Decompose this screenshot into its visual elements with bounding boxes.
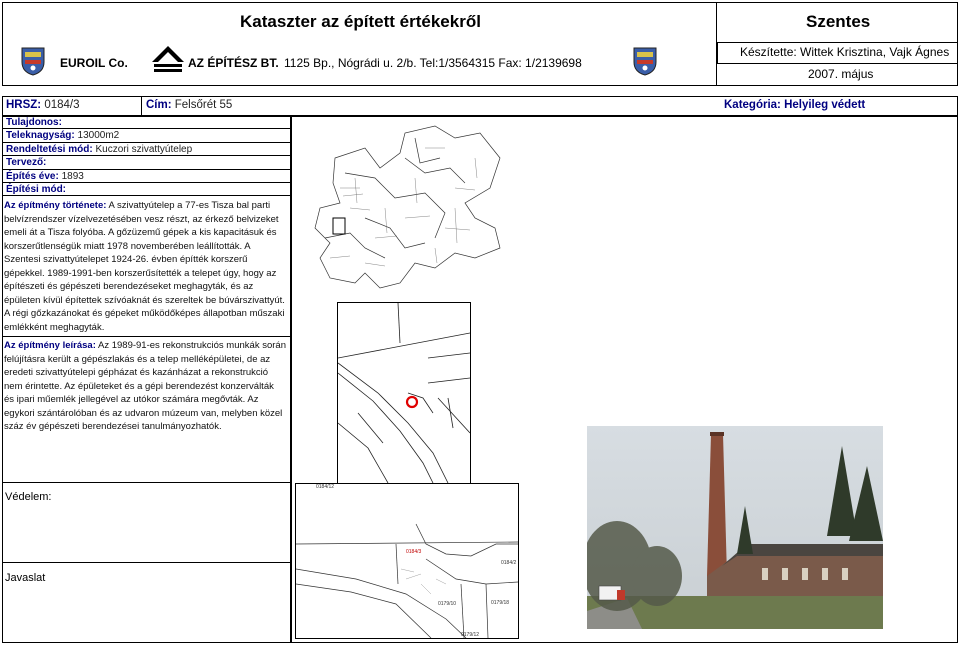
hrsz: HRSZ: 0184/3 bbox=[6, 99, 80, 111]
rendeltetes-value: Kuczori szivattyútelep bbox=[95, 143, 193, 155]
architect-logo-icon bbox=[152, 46, 184, 72]
teleknagysag-value: 13000m2 bbox=[77, 130, 120, 142]
tortenet-label: Az építmény története: bbox=[4, 200, 107, 211]
date: 2007. május bbox=[808, 67, 874, 81]
kategoria: Kategória: Helyileg védett bbox=[724, 99, 866, 111]
lot-label-a: 0184/2 bbox=[501, 560, 517, 566]
divider-line bbox=[2, 336, 291, 337]
javaslat-label: Javaslat bbox=[5, 572, 46, 584]
cim: Cím: Felsőrét 55 bbox=[146, 99, 232, 111]
town-overview-map bbox=[314, 125, 501, 289]
hrsz-value: 0184/3 bbox=[44, 99, 80, 111]
epitesi-mod-row: Építési mód: bbox=[2, 183, 291, 197]
company-euroil: EUROIL Co. bbox=[60, 56, 128, 70]
hrsz-label: HRSZ: bbox=[6, 99, 42, 111]
cim-value: Felsőrét 55 bbox=[174, 99, 233, 111]
cadastral-label-top: 0184/12 bbox=[316, 484, 334, 490]
cim-label: Cím: bbox=[146, 99, 172, 111]
tortenet-text: A szivattyútelep a 77-es Tisza bal parti… bbox=[4, 200, 285, 333]
site-map bbox=[338, 303, 470, 483]
teleknagysag-label: Teleknagyság: bbox=[6, 130, 75, 142]
tervezo-row: Tervező: bbox=[2, 156, 291, 170]
cadastral-map: 0184/12 0184/3 0184/2 0179/10 0179/18 01… bbox=[296, 484, 518, 638]
vedelem-label: Védelem: bbox=[5, 491, 52, 503]
epitesi-mod-label: Építési mód: bbox=[6, 184, 67, 195]
tervezo-label: Tervező: bbox=[6, 157, 47, 169]
lot-label-c: 0179/18 bbox=[491, 600, 509, 606]
tulajdonos-label: Tulajdonos: bbox=[6, 117, 62, 128]
lot-label-d: 0179/12 bbox=[461, 632, 479, 638]
rendeltetes-row: Rendeltetési mód: Kuczori szivattyútelep bbox=[2, 143, 291, 157]
company-address: 1125 Bp., Nógrádi u. 2/b. Tel:1/3564315 … bbox=[284, 56, 582, 70]
javaslat-divider bbox=[2, 562, 291, 563]
epites-eve-row: Építés éve: 1893 bbox=[2, 170, 291, 183]
vedelem-divider bbox=[2, 482, 291, 483]
tulajdonos-row: Tulajdonos: bbox=[2, 116, 291, 130]
company-epitesz: AZ ÉPÍTÉSZ BT. bbox=[188, 56, 279, 70]
location-marker bbox=[405, 395, 419, 409]
coat-of-arms-icon bbox=[633, 47, 657, 76]
rendeltetes-label: Rendeltetési mód: bbox=[6, 143, 93, 155]
tortenet-paragraph: Az építmény története: A szivattyútelep … bbox=[4, 199, 286, 333]
epites-eve-label: Építés éve: bbox=[6, 170, 59, 182]
site-photo bbox=[587, 426, 883, 629]
fields-block: Tulajdonos: Teleknagyság: 13000m2 Rendel… bbox=[2, 116, 291, 197]
page-title: Kataszter az épített értékekről bbox=[240, 12, 481, 31]
epites-eve-value: 1893 bbox=[61, 170, 84, 182]
leiras-paragraph: Az építmény leírása: Az 1989-91-es rekon… bbox=[4, 339, 286, 447]
coat-of-arms-icon bbox=[21, 47, 45, 76]
prepared-by: Készítette: Wittek Krisztina, Vajk Ágnes bbox=[740, 45, 950, 59]
teleknagysag-row: Teleknagyság: 13000m2 bbox=[2, 129, 291, 143]
parcel-label: 0184/3 bbox=[406, 549, 422, 555]
lot-label-b: 0179/10 bbox=[438, 601, 456, 607]
leiras-label: Az építmény leírása: bbox=[4, 340, 96, 351]
leiras-text: Az 1989-91-es rekonstrukciós munkák sorá… bbox=[4, 340, 286, 432]
city-title: Szentes bbox=[806, 12, 871, 31]
